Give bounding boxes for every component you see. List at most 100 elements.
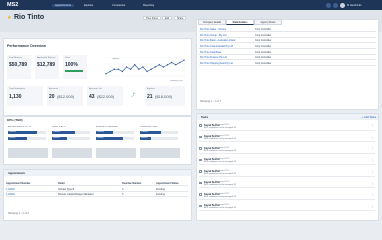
task-checkbox[interactable]: [199, 124, 202, 127]
stakeholder-name[interactable]: Rio Tinto Sales - Service: [200, 28, 226, 31]
app-logo[interactable]: MS2: [7, 2, 18, 8]
chart-point: [166, 64, 169, 66]
stakeholder-name[interactable]: Rio Tinto Shipping Asia Pty Ltd: [200, 62, 233, 65]
avatar[interactable]: [340, 2, 345, 8]
stakeholder-role: Corp Controller: [255, 50, 272, 54]
task-description: 88% confidence to be arranged 1/1: [204, 126, 237, 129]
kpi-label: Equities: [147, 88, 155, 90]
tab-agency-flows[interactable]: Agency Flows: [254, 19, 282, 25]
edit-button[interactable]: Edit: [162, 16, 173, 20]
kpi-group-label: Connection Offers: [140, 126, 158, 128]
stakeholder-row[interactable]: Rio Tinto Sales - Service Corp Controller: [199, 27, 376, 33]
appointment-number[interactable]: 1,10004: [6, 193, 15, 196]
task-item[interactable]: Kayak Boston Reviewed 3/12 88% confidence …: [199, 146, 375, 154]
task-item[interactable]: Kayak Boston Reviewed 3/12 88% confidence …: [199, 192, 375, 200]
task-item[interactable]: Kayak Boston Reviewed 3/12 88% confidence …: [199, 204, 375, 211]
task-menu-icon[interactable]: ⋮: [371, 193, 374, 196]
done-progress-bar: [65, 70, 83, 72]
task-checkbox[interactable]: [199, 193, 202, 196]
task-checkbox[interactable]: [199, 135, 202, 138]
stakeholder-role: Corp Controller: [255, 39, 272, 43]
task-checkbox[interactable]: [199, 170, 202, 173]
task-description: 88% confidence to be arranged 1/1: [204, 184, 237, 187]
nav-companies[interactable]: Companies: [112, 4, 125, 7]
column-header[interactable]: Appointment Status: [156, 182, 179, 185]
kpi-label: Accounts: [49, 88, 58, 90]
nav-appointments[interactable]: Appointments: [52, 3, 74, 7]
task-item[interactable]: Kayak Boston Reviewed 3/12 88% confidence …: [199, 169, 375, 177]
table-row[interactable]: 1,10004 Discuss Capital Budget Validatio…: [6, 192, 188, 198]
task-menu-icon[interactable]: ⋮: [371, 205, 374, 208]
stakeholder-name[interactable]: Rio Tinto Bank - Australia Limited: [200, 39, 235, 42]
chart-point: [179, 61, 181, 64]
task-menu-icon[interactable]: ⋮: [371, 170, 374, 173]
kpi-placeholder-tile: [8, 148, 48, 158]
column-header[interactable]: Overdue Number: [122, 182, 141, 185]
tab-stakeholders[interactable]: Stakeholders: [226, 19, 254, 25]
task-description: 88% confidence to be arranged 1/1: [204, 138, 237, 141]
stakeholder-name[interactable]: Rio Tinto Coal Australia Pty Ltd: [200, 45, 233, 48]
task-description: 88% confidence to be arranged 1/1: [204, 195, 237, 198]
task-description: 88% confidence to be arranged 1/1: [204, 149, 237, 152]
kpi-label: Done: [65, 57, 71, 59]
task-checkbox[interactable]: [199, 204, 202, 207]
chart-point: [117, 68, 120, 70]
tab-company-details[interactable]: Company Details: [198, 19, 226, 25]
stakeholder-row[interactable]: Rio Tinto Coal Australia Pty Ltd Corp Con…: [199, 44, 376, 49]
task-menu-icon[interactable]: ⋮: [371, 136, 374, 139]
task-item[interactable]: Kayak Boston Reviewed 3/12 88% confidence …: [199, 158, 375, 165]
chart-date-label: January 2021: [170, 80, 184, 82]
nav-reporting[interactable]: Reporting: [143, 4, 154, 7]
overdue-number: 0: [122, 187, 124, 191]
kpi-bar-label: Product: [97, 131, 104, 134]
chart-point: [129, 68, 132, 70]
task-menu-icon[interactable]: ⋮: [371, 147, 374, 150]
stakeholder-row[interactable]: Rio Tinto Finance Pty Ltd Corp Controller: [199, 55, 376, 61]
chart-point: [175, 64, 177, 66]
kpi-value: 21: [147, 94, 153, 100]
kpi-value: 1,130: [9, 94, 22, 100]
add-task-button[interactable]: + Add Tasks: [362, 116, 376, 119]
task-item[interactable]: Kayak Boston Reviewed 3/12 88% confidence …: [199, 123, 375, 131]
notifications-icon[interactable]: [326, 2, 331, 8]
kpi-value: 43: [89, 94, 95, 100]
task-item[interactable]: Kayak Boston Reviewed 3/12 88% confidence …: [199, 181, 375, 188]
stakeholder-name[interactable]: Rio Tinto Finance Pty Ltd: [200, 56, 227, 59]
kpi-subvalue: ($18,000): [155, 94, 173, 99]
task-checkbox[interactable]: [199, 147, 202, 150]
task-checkbox[interactable]: [199, 158, 202, 161]
stakeholder-role: Corp Controller: [255, 56, 272, 60]
stakeholder-row[interactable]: Rio Tinto Group - Pty Ltd Corp Controller: [199, 33, 376, 38]
kpi-group-label: AI Service Connection: [96, 126, 118, 128]
task-menu-icon[interactable]: ⋮: [371, 124, 374, 127]
stakeholder-row[interactable]: Rio Tinto Coal Base Corp Controller: [199, 49, 376, 55]
kpi-bar-label: Service: [53, 137, 60, 140]
stakeholder-name[interactable]: Rio Tinto Group - Pty Ltd: [200, 34, 226, 37]
stakeholder-row[interactable]: Rio Tinto Shipping Asia Pty Ltd Corp Cont…: [199, 61, 376, 66]
stakeholder-name[interactable]: Rio Tinto Coal Base: [200, 51, 221, 54]
user-name[interactable]: M Hendricks: [347, 4, 361, 7]
task-item[interactable]: Kayak Boston Reviewed 3/12 88% confidence …: [199, 135, 375, 142]
appointments-header: [4, 170, 191, 176]
appointment-number[interactable]: 1,10003: [6, 188, 15, 191]
task-menu-icon[interactable]: ⋮: [371, 159, 374, 162]
favorite-star-icon[interactable]: ★: [7, 16, 11, 21]
nav-equities[interactable]: Equities: [84, 4, 93, 7]
appointment-detail: Climate Type B: [58, 187, 75, 191]
task-checkbox[interactable]: [199, 181, 202, 184]
kpi-value: 100%: [65, 62, 78, 68]
column-header[interactable]: Appointment Number: [6, 182, 30, 185]
chart-point: [113, 68, 115, 70]
appointments-footer: Showing 1 - 2 of 2: [8, 212, 29, 215]
share-button[interactable]: Share: [174, 16, 187, 20]
appointment-status: Pending: [156, 187, 165, 191]
kpi-bar-label: Service: [141, 137, 148, 140]
task-menu-icon[interactable]: ⋮: [371, 182, 374, 185]
table-row[interactable]: 1,10003 Climate Type B 0 Pending: [6, 187, 188, 192]
chart-point: [146, 70, 148, 73]
help-icon[interactable]: [333, 2, 338, 8]
column-header[interactable]: Detail: [58, 182, 65, 185]
top-navigation-bar: MS2 Appointments Equities Companies Repo…: [0, 0, 382, 10]
time-frame-button[interactable]: Time frame: [143, 16, 161, 20]
stakeholder-row[interactable]: Rio Tinto Bank - Australia Limited Corp C…: [199, 38, 376, 44]
